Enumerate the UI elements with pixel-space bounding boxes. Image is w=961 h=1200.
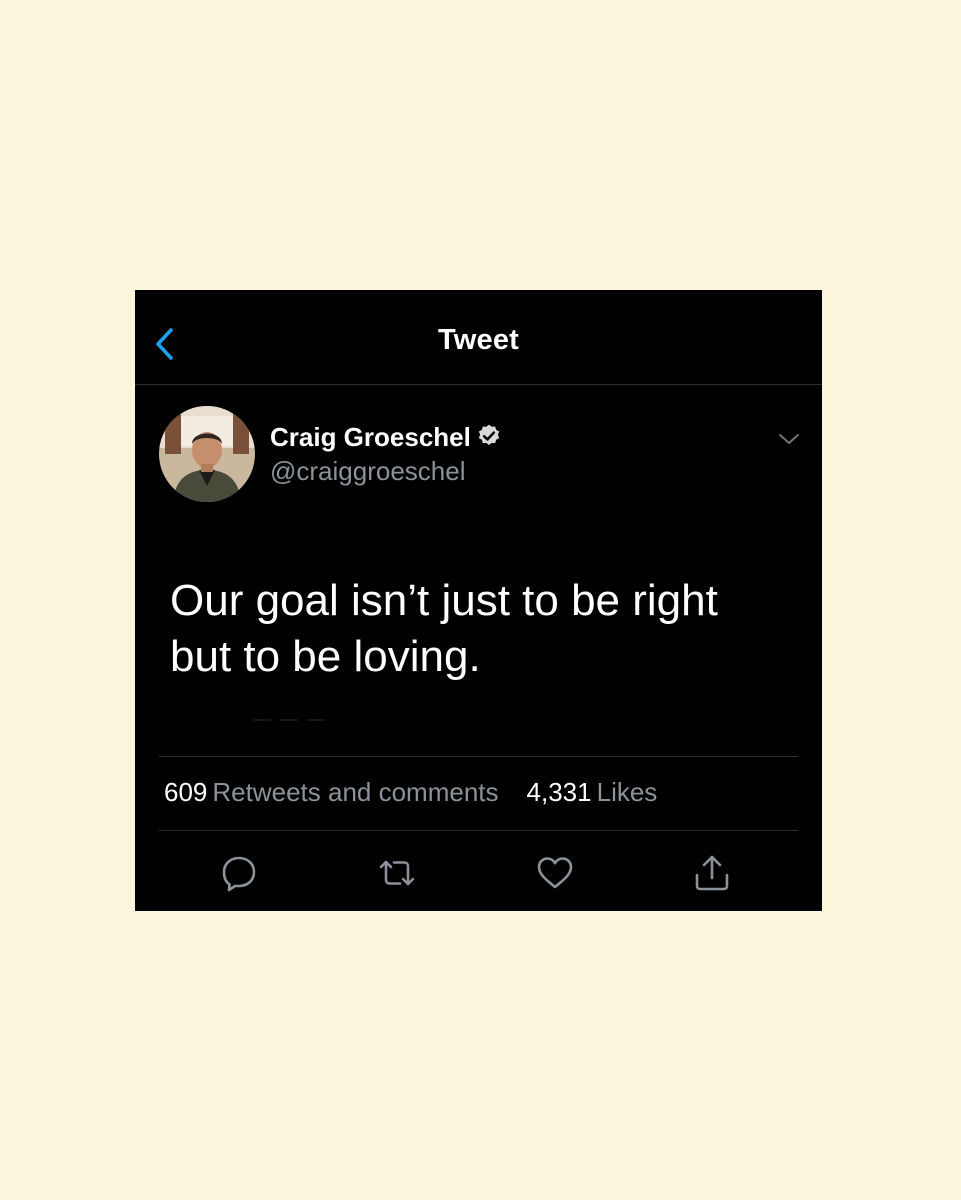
retweets-label: Retweets and comments — [212, 777, 499, 807]
tweet-stats: 609 Retweets and comments 4,331 Likes — [164, 777, 657, 808]
top-navigation-bar: Tweet — [135, 290, 822, 385]
retweets-count: 609 — [164, 777, 208, 807]
comment-icon — [222, 856, 256, 892]
like-button[interactable] — [535, 853, 575, 893]
author-handle[interactable]: @craiggroeschel — [270, 456, 465, 487]
reply-button[interactable] — [219, 853, 259, 893]
retweets-stat[interactable]: 609 Retweets and comments — [164, 777, 499, 808]
tweet-card: Tweet Craig Groeschel @craiggroeschel Ou… — [135, 290, 822, 911]
likes-count: 4,331 — [526, 777, 592, 807]
stats-bottom-divider — [159, 830, 798, 831]
stats-top-divider — [159, 756, 798, 757]
chevron-down-icon — [779, 434, 799, 444]
likes-label: Likes — [596, 777, 658, 807]
tweet-options-button[interactable] — [775, 428, 803, 450]
author-name[interactable]: Craig Groeschel — [270, 422, 502, 453]
share-icon — [695, 855, 729, 891]
retweet-button[interactable] — [377, 853, 417, 893]
heart-icon — [537, 857, 573, 889]
share-button[interactable] — [692, 853, 732, 893]
likes-stat[interactable]: 4,331 Likes — [527, 777, 658, 808]
avatar[interactable] — [159, 406, 255, 502]
author-name-label: Craig Groeschel — [270, 422, 471, 452]
faint-divider-marks — [253, 719, 325, 721]
verified-badge-icon — [478, 424, 500, 445]
retweet-icon — [379, 860, 415, 886]
avatar-image — [159, 406, 255, 502]
tweet-text: Our goal isn’t just to be right but to b… — [170, 576, 718, 681]
page-title: Tweet — [437, 324, 520, 356]
